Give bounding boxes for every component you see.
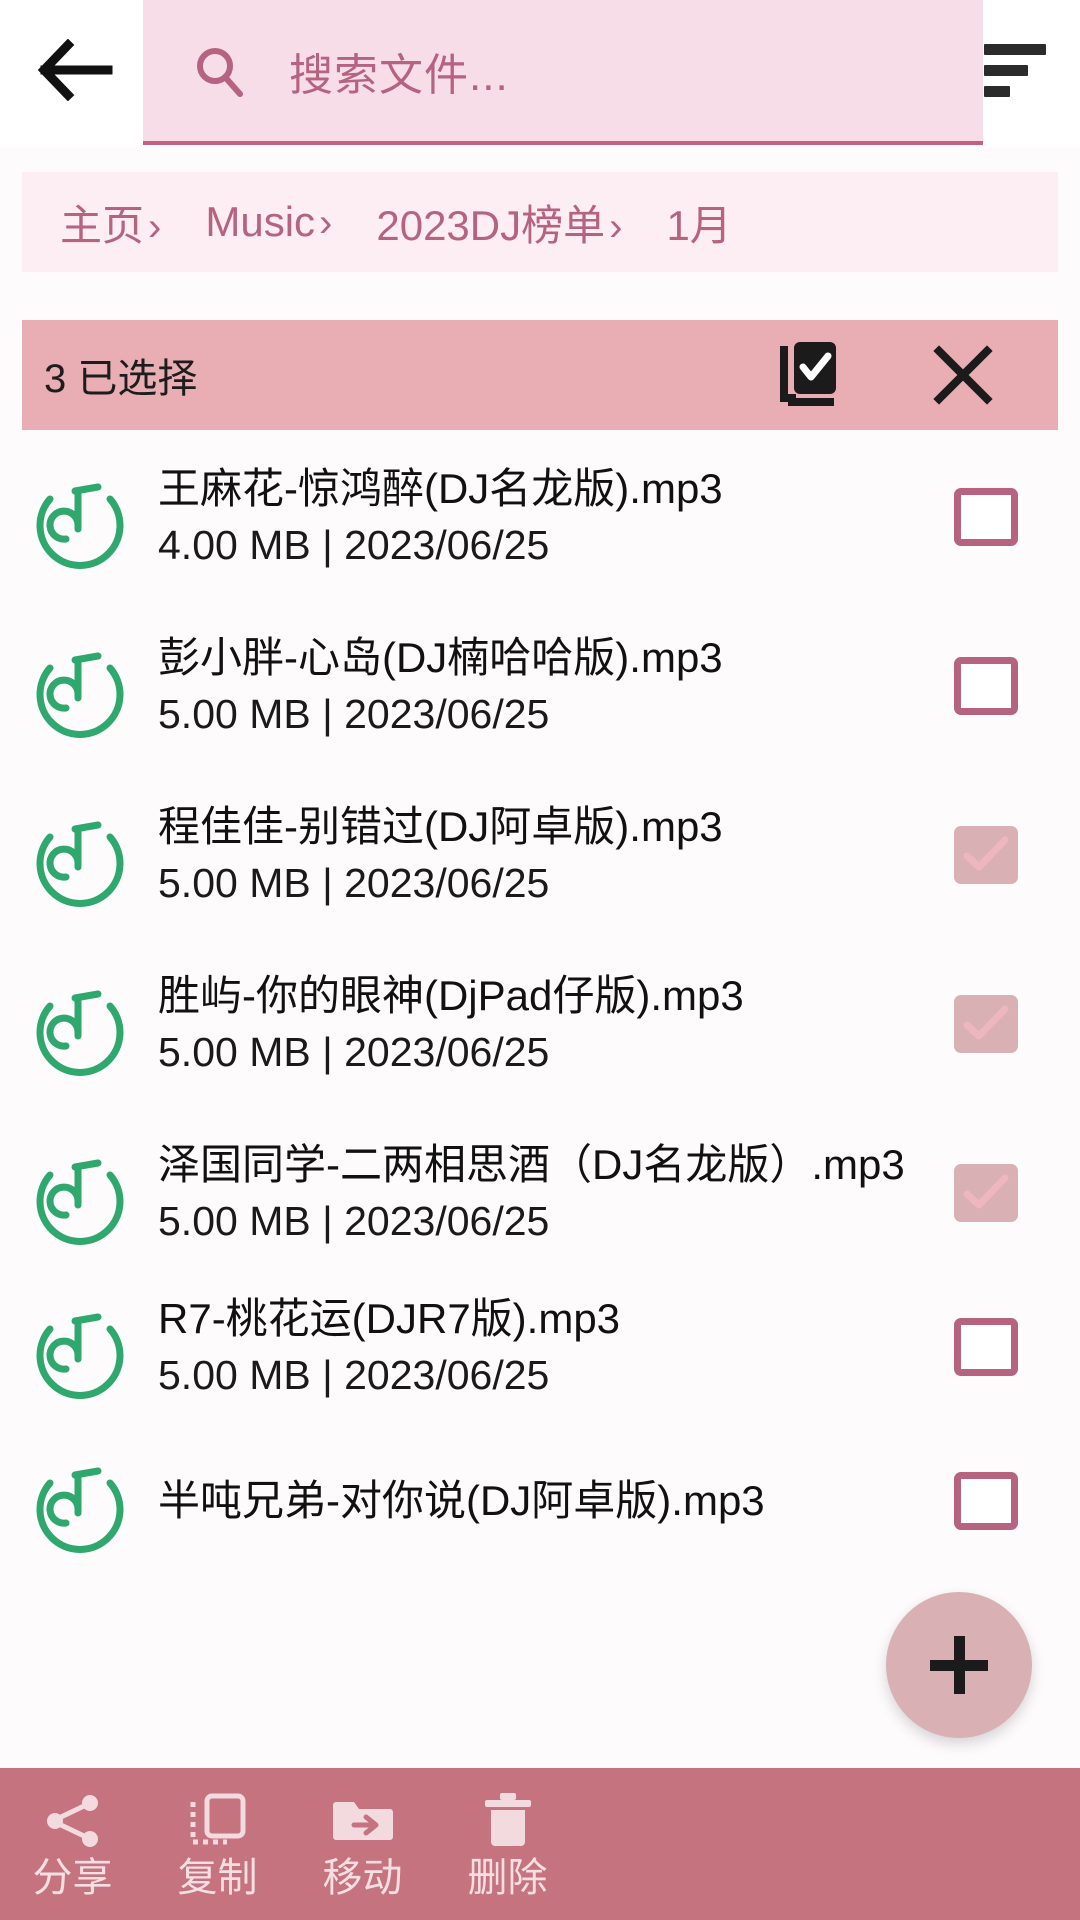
file-checkbox[interactable] bbox=[954, 1471, 1018, 1530]
file-checkbox[interactable] bbox=[954, 487, 1018, 546]
file-checkbox[interactable] bbox=[954, 994, 1018, 1053]
file-meta: 5.00 MB | 2023/06/25 bbox=[158, 860, 550, 907]
file-name: 半吨兄弟-对你说(DJ阿卓版).mp3 bbox=[158, 1476, 765, 1524]
breadcrumb-label: 1月 bbox=[666, 201, 732, 249]
copy-label: 复制 bbox=[177, 1856, 258, 1900]
file-manager-screen: 搜索文件... 主页 › Music › 2023DJ榜单 › 1月 3 已选择 bbox=[0, 0, 1080, 1920]
breadcrumb-item-2023dj[interactable]: 2023DJ榜单 › bbox=[376, 192, 622, 253]
file-name: 泽国同学-二两相思酒（DJ名龙版）.mp3 bbox=[158, 1140, 905, 1188]
file-name: 程佳佳-别错过(DJ阿卓版).mp3 bbox=[158, 802, 723, 850]
file-text-block: 程佳佳-别错过(DJ阿卓版).mp3 5.00 MB | 2023/06/25 bbox=[158, 799, 936, 911]
table-row[interactable]: 胜屿-你的眼神(DjPad仔版).mp3 5.00 MB | 2023/06/2… bbox=[0, 939, 1080, 1108]
file-list[interactable]: 王麻花-惊鸿醉(DJ名龙版).mp3 4.00 MB | 2023/06/25 … bbox=[0, 432, 1080, 1752]
copy-icon bbox=[187, 1790, 249, 1852]
table-row[interactable]: R7-桃花运(DJR7版).mp3 5.00 MB | 2023/06/25 bbox=[0, 1277, 1080, 1416]
breadcrumb-item-current[interactable]: 1月 bbox=[666, 192, 731, 253]
select-all-button[interactable] bbox=[776, 340, 846, 410]
table-row[interactable]: 泽国同学-二两相思酒（DJ名龙版）.mp3 5.00 MB | 2023/06/… bbox=[0, 1108, 1080, 1277]
file-name: 胜屿-你的眼神(DjPad仔版).mp3 bbox=[158, 971, 744, 1019]
sort-icon-line-3 bbox=[984, 85, 1010, 97]
check-icon bbox=[963, 1005, 1009, 1039]
close-selection-button[interactable] bbox=[928, 340, 998, 410]
plus-icon-vertical bbox=[953, 1636, 965, 1694]
sort-icon-line-1 bbox=[984, 43, 1046, 55]
library-add-check-icon bbox=[780, 342, 836, 406]
breadcrumb-label: Music bbox=[205, 198, 316, 245]
music-note-icon bbox=[28, 972, 132, 1076]
music-note-icon bbox=[28, 465, 132, 569]
music-note-icon bbox=[28, 1295, 132, 1399]
file-text-block: 半吨兄弟-对你说(DJ阿卓版).mp3 bbox=[158, 1473, 936, 1528]
selection-bar-actions bbox=[776, 320, 998, 430]
file-name: 彭小胖-心岛(DJ楠哈哈版).mp3 bbox=[158, 633, 723, 681]
chevron-right-icon: › bbox=[319, 201, 333, 245]
back-button[interactable] bbox=[34, 28, 118, 112]
file-text-block: 彭小胖-心岛(DJ楠哈哈版).mp3 5.00 MB | 2023/06/25 bbox=[158, 630, 936, 742]
selection-action-bar: 3 已选择 bbox=[22, 320, 1058, 430]
table-row[interactable]: 程佳佳-别错过(DJ阿卓版).mp3 5.00 MB | 2023/06/25 bbox=[0, 770, 1080, 939]
move-button[interactable]: 移动 bbox=[290, 1768, 435, 1920]
share-button[interactable]: 分享 bbox=[0, 1768, 145, 1920]
check-icon bbox=[963, 836, 1009, 870]
breadcrumb: 主页 › Music › 2023DJ榜单 › 1月 bbox=[22, 172, 1058, 272]
breadcrumb-item-home[interactable]: 主页 › bbox=[60, 192, 161, 253]
top-app-bar: 搜索文件... bbox=[0, 0, 1080, 148]
music-note-icon bbox=[28, 803, 132, 907]
trash-icon bbox=[477, 1790, 539, 1852]
move-label: 移动 bbox=[322, 1856, 403, 1900]
music-note-icon bbox=[28, 1141, 132, 1245]
table-row[interactable]: 王麻花-惊鸿醉(DJ名龙版).mp3 4.00 MB | 2023/06/25 bbox=[0, 432, 1080, 601]
breadcrumb-label: 主页 bbox=[60, 201, 145, 249]
chevron-right-icon: › bbox=[148, 204, 162, 249]
file-text-block: R7-桃花运(DJR7版).mp3 5.00 MB | 2023/06/25 bbox=[158, 1291, 936, 1403]
file-name: 王麻花-惊鸿醉(DJ名龙版).mp3 bbox=[158, 464, 723, 512]
search-icon bbox=[191, 43, 247, 99]
bottom-action-bar: 分享 复制 移动 删除 bbox=[0, 1768, 1080, 1920]
file-checkbox[interactable] bbox=[954, 1317, 1018, 1376]
search-placeholder-text: 搜索文件... bbox=[289, 50, 509, 100]
file-meta: 5.00 MB | 2023/06/25 bbox=[158, 1198, 550, 1245]
sort-button[interactable] bbox=[978, 30, 1058, 110]
delete-button[interactable]: 删除 bbox=[435, 1768, 580, 1920]
file-checkbox[interactable] bbox=[954, 656, 1018, 715]
arrow-left-icon bbox=[38, 39, 113, 101]
table-row[interactable]: 半吨兄弟-对你说(DJ阿卓版).mp3 bbox=[0, 1416, 1080, 1585]
move-to-folder-icon bbox=[332, 1790, 394, 1852]
file-meta: 5.00 MB | 2023/06/25 bbox=[158, 1029, 550, 1076]
file-text-block: 胜屿-你的眼神(DjPad仔版).mp3 5.00 MB | 2023/06/2… bbox=[158, 968, 936, 1080]
search-input[interactable]: 搜索文件... bbox=[143, 0, 983, 145]
file-text-block: 泽国同学-二两相思酒（DJ名龙版）.mp3 5.00 MB | 2023/06/… bbox=[158, 1137, 936, 1249]
file-text-block: 王麻花-惊鸿醉(DJ名龙版).mp3 4.00 MB | 2023/06/25 bbox=[158, 461, 936, 573]
add-button[interactable] bbox=[886, 1592, 1032, 1738]
file-name: R7-桃花运(DJR7版).mp3 bbox=[158, 1294, 621, 1342]
file-meta: 5.00 MB | 2023/06/25 bbox=[158, 1352, 550, 1399]
selected-count-label: 3 已选择 bbox=[44, 357, 198, 401]
share-label: 分享 bbox=[32, 1856, 113, 1900]
file-checkbox[interactable] bbox=[954, 825, 1018, 884]
check-icon bbox=[963, 1174, 1009, 1208]
share-icon bbox=[42, 1790, 104, 1852]
copy-button[interactable]: 复制 bbox=[145, 1768, 290, 1920]
delete-label: 删除 bbox=[467, 1856, 548, 1900]
file-meta: 4.00 MB | 2023/06/25 bbox=[158, 522, 550, 569]
sort-icon-line-2 bbox=[984, 64, 1028, 76]
music-note-icon bbox=[28, 634, 132, 738]
breadcrumb-label: 2023DJ榜单 bbox=[376, 201, 606, 249]
file-checkbox[interactable] bbox=[954, 1163, 1018, 1222]
breadcrumb-item-music[interactable]: Music › bbox=[205, 198, 332, 246]
close-icon bbox=[933, 345, 993, 405]
chevron-right-icon: › bbox=[609, 204, 623, 249]
music-note-icon bbox=[28, 1449, 132, 1553]
table-row[interactable]: 彭小胖-心岛(DJ楠哈哈版).mp3 5.00 MB | 2023/06/25 bbox=[0, 601, 1080, 770]
file-meta: 5.00 MB | 2023/06/25 bbox=[158, 691, 550, 738]
